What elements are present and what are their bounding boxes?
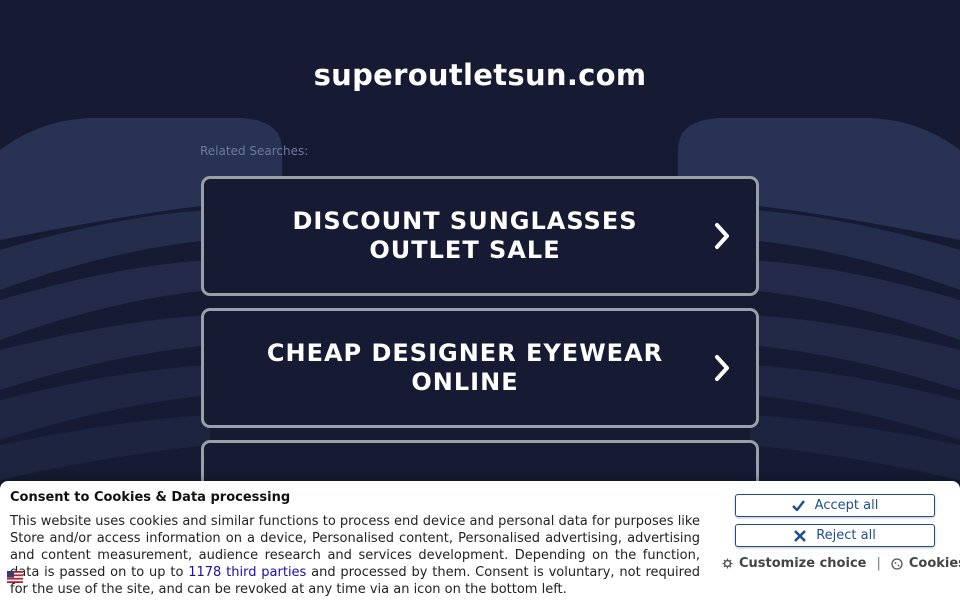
consent-description: This website uses cookies and similar fu… [10,513,700,598]
cookie-consent-banner: Consent to Cookies & Data processing Thi… [0,481,960,600]
consent-title: Consent to Cookies & Data processing [10,490,291,505]
flag-icon[interactable] [7,571,23,583]
reject-all-label: Reject all [816,528,876,543]
cookie-icon [891,557,903,570]
consent-secondary-links: Customize choice | Cookies [722,556,960,571]
chevron-right-icon [715,355,729,381]
site-domain-title: superoutletsun.com [313,58,647,92]
customize-choice-link[interactable]: Customize choice [739,556,866,571]
link-separator: | [876,556,881,571]
search-link-label: DISCOUNT SUNGLASSES OUTLET SALE [292,207,638,264]
gear-icon [722,558,733,569]
chevron-right-icon [715,223,729,249]
third-parties-link[interactable]: 1178 third parties [188,565,306,580]
accept-all-label: Accept all [814,498,879,513]
cookies-link[interactable]: Cookies [909,556,960,571]
search-link-cheap-designer-eyewear[interactable]: CHEAP DESIGNER EYEWEAR ONLINE [201,308,759,428]
search-link-discount-sunglasses[interactable]: DISCOUNT SUNGLASSES OUTLET SALE [201,176,759,296]
related-searches-label: Related Searches: [200,144,309,158]
search-link-label: CHEAP DESIGNER EYEWEAR ONLINE [266,339,664,396]
reject-all-button[interactable]: Reject all [735,524,935,547]
check-icon [791,500,805,511]
x-icon [794,529,807,542]
accept-all-button[interactable]: Accept all [735,494,935,517]
